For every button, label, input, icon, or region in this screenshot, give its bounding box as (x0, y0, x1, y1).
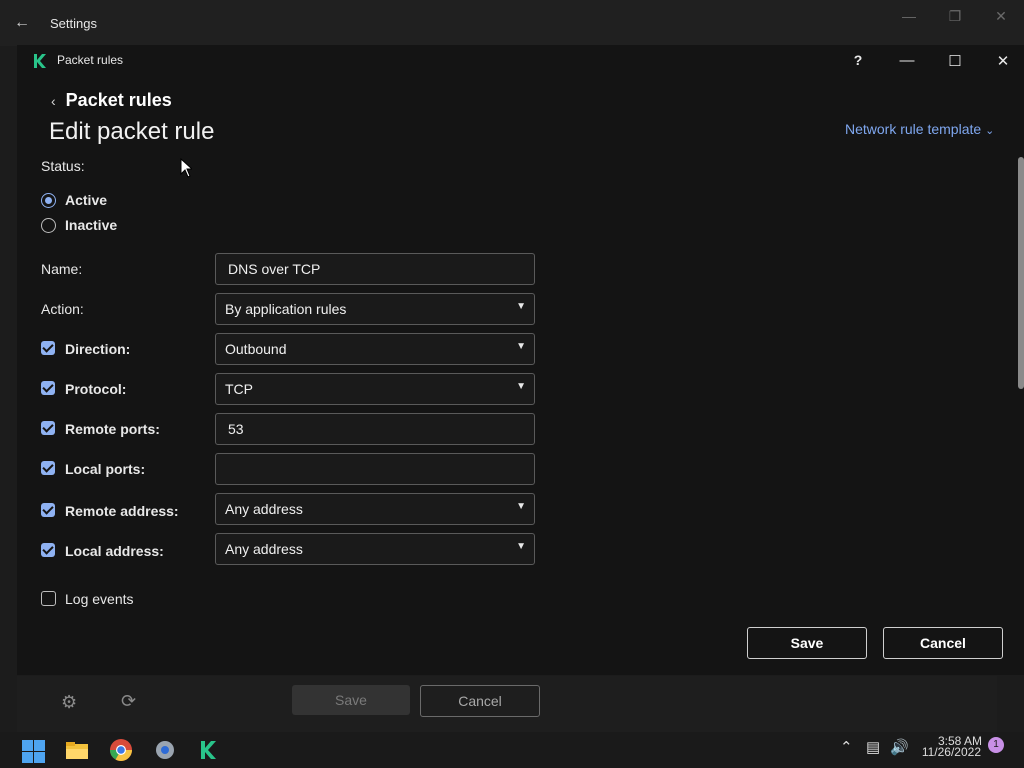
close-button[interactable]: ✕ (991, 52, 1015, 70)
remote-ports-checkbox[interactable] (41, 421, 55, 435)
direction-checkbox[interactable] (41, 341, 55, 355)
outer-window-title: Settings (50, 16, 97, 31)
network-rule-template-link[interactable]: Network rule template ⌄ (845, 121, 994, 137)
windows-start-icon[interactable] (20, 736, 48, 764)
taskbar: ⌃ ▤ 🔊 3:58 AM 11/26/2022 1 (0, 732, 1024, 768)
back-arrow-icon[interactable]: ← (14, 14, 30, 32)
chevron-left-icon: ‹ (51, 93, 56, 109)
cancel-button[interactable]: Cancel (883, 627, 1003, 659)
app-title-bar: Packet rules ? — ☐ ✕ (17, 45, 1024, 77)
clock-date[interactable]: 11/26/2022 (906, 745, 981, 759)
settings-bottom-bar: ⚙ ⟳ Save Cancel (17, 676, 997, 732)
local-address-value: Any address (225, 541, 303, 557)
chevron-down-icon: ▼ (516, 501, 526, 512)
breadcrumb[interactable]: ‹ Packet rules (51, 90, 172, 111)
local-ports-input[interactable] (215, 453, 535, 485)
kaspersky-logo-icon (34, 54, 46, 68)
outer-restore-button[interactable]: ❐ (942, 8, 968, 26)
maximize-button[interactable]: ☐ (943, 52, 967, 70)
action-label: Action: (41, 301, 84, 317)
protocol-select-value: TCP (225, 381, 253, 397)
chevron-down-icon: ▼ (516, 381, 526, 392)
refresh-icon[interactable]: ⟳ (121, 691, 136, 712)
chevron-down-icon: ▼ (516, 341, 526, 352)
outer-title-bar: ← Settings — ❐ ✕ (0, 0, 1024, 46)
local-address-select[interactable]: Any address ▼ (215, 533, 535, 565)
action-select[interactable]: By application rules ▼ (215, 293, 535, 325)
remote-ports-input[interactable]: 53 (215, 413, 535, 445)
radio-active[interactable] (41, 193, 56, 208)
direction-select[interactable]: Outbound ▼ (215, 333, 535, 365)
page-title: Edit packet rule (49, 118, 215, 145)
direction-select-value: Outbound (225, 341, 287, 357)
chevron-down-icon: ⌄ (985, 125, 995, 137)
remote-address-label[interactable]: Remote address: (65, 503, 179, 519)
breadcrumb-label: Packet rules (65, 90, 172, 110)
remote-address-checkbox[interactable] (41, 503, 55, 517)
template-link-label: Network rule template (845, 121, 982, 137)
chevron-up-icon[interactable]: ⌃ (840, 738, 853, 756)
local-ports-checkbox[interactable] (41, 461, 55, 475)
chevron-down-icon: ▼ (516, 301, 526, 312)
name-label: Name: (41, 261, 83, 277)
local-address-label[interactable]: Local address: (65, 543, 164, 559)
scrollbar-thumb[interactable] (1018, 157, 1024, 389)
gear-icon[interactable]: ⚙ (61, 692, 77, 713)
app-window-title: Packet rules (57, 53, 124, 67)
direction-label[interactable]: Direction: (65, 341, 130, 357)
network-icon[interactable]: ▤ (866, 738, 880, 756)
radio-inactive-label[interactable]: Inactive (65, 217, 117, 233)
protocol-checkbox[interactable] (41, 381, 55, 395)
notification-badge[interactable]: 1 (988, 737, 1004, 753)
background-save-button[interactable]: Save (292, 685, 410, 715)
background-cancel-button[interactable]: Cancel (420, 685, 540, 717)
chrome-icon[interactable] (107, 736, 135, 764)
name-input[interactable]: DNS over TCP (215, 253, 535, 285)
protocol-label[interactable]: Protocol: (65, 381, 126, 397)
save-button[interactable]: Save (747, 627, 867, 659)
kaspersky-taskbar-icon[interactable] (195, 736, 223, 764)
help-button[interactable]: ? (846, 52, 870, 70)
log-events-label[interactable]: Log events (65, 591, 134, 607)
minimize-button[interactable]: — (895, 52, 919, 70)
log-events-checkbox[interactable] (41, 591, 56, 606)
remote-ports-label[interactable]: Remote ports: (65, 421, 160, 437)
radio-active-label[interactable]: Active (65, 192, 107, 208)
packet-rules-window: Packet rules ? — ☐ ✕ ‹ Packet rules Edit … (17, 45, 1024, 675)
file-explorer-icon[interactable] (63, 736, 91, 764)
remote-ports-value: 53 (228, 421, 244, 437)
remote-address-select[interactable]: Any address ▼ (215, 493, 535, 525)
action-select-value: By application rules (225, 301, 347, 317)
mouse-cursor-icon (180, 158, 192, 178)
outer-minimize-button[interactable]: — (896, 8, 922, 26)
radio-inactive[interactable] (41, 218, 56, 233)
outer-close-button[interactable]: ✕ (988, 8, 1014, 26)
protocol-select[interactable]: TCP ▼ (215, 373, 535, 405)
remote-address-value: Any address (225, 501, 303, 517)
chevron-down-icon: ▼ (516, 541, 526, 552)
local-ports-label[interactable]: Local ports: (65, 461, 145, 477)
name-input-value: DNS over TCP (228, 261, 321, 277)
status-label: Status: (41, 158, 85, 174)
settings-app-icon[interactable] (151, 736, 179, 764)
local-address-checkbox[interactable] (41, 543, 55, 557)
